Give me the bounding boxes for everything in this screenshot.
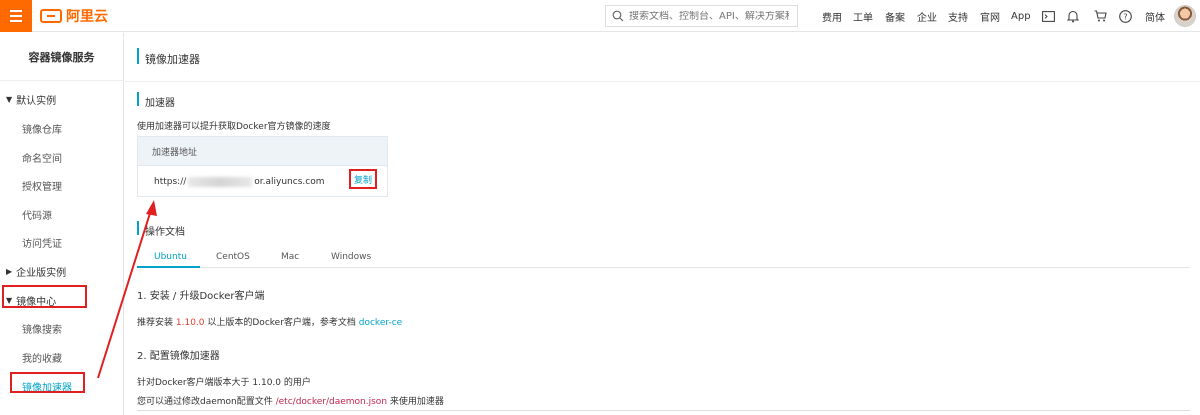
sidebar-group-label: 默认实例	[16, 96, 57, 107]
search-input[interactable]	[629, 10, 789, 22]
accelerator-address-header: 加速器地址	[138, 137, 387, 166]
step1-title: 1. 安装 / 升级Docker客户端	[137, 291, 265, 302]
tab-ubuntu[interactable]: Ubuntu	[154, 252, 187, 262]
sidebar-group-default[interactable]: ▼ 默认实例	[6, 92, 56, 107]
docker-ce-link[interactable]: docker-ce	[359, 318, 402, 328]
top-bar: 阿里云 费用 工单 备案 企业 支持 官网 App ? 简体	[0, 0, 1200, 32]
sidebar-item-authorization[interactable]: 授权管理	[22, 178, 62, 193]
accelerator-url-suffix: or.aliyuncs.com	[254, 176, 325, 187]
highlight-box	[10, 372, 85, 393]
nav-ticket[interactable]: 工单	[853, 0, 873, 32]
step2-line2: 您可以通过修改daemon配置文件 /etc/docker/daemon.jso…	[137, 394, 444, 407]
nav-app[interactable]: App	[1011, 0, 1031, 32]
caret-down-icon: ▼	[6, 95, 13, 104]
nav-enterprise-label[interactable]: 企业	[917, 9, 937, 24]
page-title: 镜像加速器	[145, 53, 200, 66]
nav-record-label[interactable]: 备案	[885, 9, 905, 24]
tab-centos[interactable]: CentOS	[216, 252, 250, 262]
sidebar-item-repositories[interactable]: 镜像仓库	[22, 121, 62, 136]
logo-text: 阿里云	[66, 9, 108, 25]
section-title-docs: 操作文档	[145, 227, 185, 238]
sidebar: 容器镜像服务 ▼ 默认实例 镜像仓库 命名空间 授权管理 代码源 访问凭证 ▶ …	[0, 33, 124, 415]
help-icon[interactable]: ?	[1117, 8, 1133, 24]
search-box[interactable]	[605, 5, 798, 27]
daemon-config-path: /etc/docker/daemon.json	[275, 397, 388, 407]
aliyun-logo-icon	[40, 9, 62, 23]
step2-text-pre: 您可以通过修改daemon配置文件	[137, 397, 276, 407]
version-number: 1.10.0	[175, 318, 205, 328]
nav-support[interactable]: 支持	[948, 0, 968, 32]
sidebar-item-credentials[interactable]: 访问凭证	[22, 235, 62, 250]
accelerator-url-prefix: https://	[154, 176, 187, 187]
accelerator-description: 使用加速器可以提升获取Docker官方镜像的速度	[137, 122, 331, 132]
title-accent-bar	[137, 48, 139, 64]
step2-text-post: 来使用加速器	[387, 397, 444, 407]
nav-app-label[interactable]: App	[1011, 11, 1031, 22]
menu-icon[interactable]	[0, 0, 32, 32]
content-bottom-border	[137, 410, 1190, 411]
section-title-accelerator: 加速器	[145, 98, 175, 109]
cart-icon[interactable]	[1092, 8, 1108, 24]
section-accent-bar	[137, 221, 139, 235]
tab-windows[interactable]: Windows	[331, 252, 371, 262]
accelerator-box: 加速器地址 https:// or.aliyuncs.com 复制	[137, 136, 388, 197]
caret-right-icon: ▶	[6, 267, 13, 276]
copy-button[interactable]: 复制	[349, 169, 377, 189]
accelerator-address-row: https:// or.aliyuncs.com 复制	[138, 166, 387, 197]
nav-fee[interactable]: 费用	[822, 0, 842, 32]
page-header: 镜像加速器	[125, 33, 1200, 82]
step1-text-mid: 以上版本的Docker客户端，参考文档	[204, 318, 359, 328]
sidebar-item-image-search[interactable]: 镜像搜索	[22, 321, 62, 336]
language-label[interactable]: 简体	[1145, 9, 1165, 24]
step1-text-pre: 推荐安装	[137, 318, 176, 328]
nav-record[interactable]: 备案	[885, 0, 905, 32]
language-switch[interactable]: 简体	[1145, 0, 1165, 32]
step1-text: 推荐安装 1.10.0 以上版本的Docker客户端，参考文档 docker-c…	[137, 315, 402, 328]
nav-ticket-label[interactable]: 工单	[853, 9, 873, 24]
tab-mac[interactable]: Mac	[281, 252, 299, 262]
step2-title: 2. 配置镜像加速器	[137, 351, 220, 362]
avatar[interactable]	[1174, 5, 1196, 27]
logo[interactable]: 阿里云	[40, 6, 108, 26]
sidebar-group-enterprise[interactable]: ▶ 企业版实例	[6, 264, 66, 279]
sidebar-group-label: 企业版实例	[16, 268, 67, 279]
sidebar-title: 容器镜像服务	[0, 33, 123, 81]
search-icon	[612, 10, 624, 22]
nav-website-label[interactable]: 官网	[980, 9, 1000, 24]
sidebar-item-favorites[interactable]: 我的收藏	[22, 350, 62, 365]
nav-website[interactable]: 官网	[980, 0, 1000, 32]
terminal-icon[interactable]	[1040, 8, 1056, 24]
nav-fee-label[interactable]: 费用	[822, 9, 842, 24]
nav-enterprise[interactable]: 企业	[917, 0, 937, 32]
sidebar-item-code-source[interactable]: 代码源	[22, 207, 52, 222]
svg-text:?: ?	[1123, 12, 1127, 21]
nav-support-label[interactable]: 支持	[948, 9, 968, 24]
section-accent-bar	[137, 92, 139, 106]
step2-line1: 针对Docker客户端版本大于 1.10.0 的用户	[137, 378, 311, 388]
active-tab-indicator	[137, 266, 200, 268]
bell-icon[interactable]	[1065, 8, 1081, 24]
os-tabs: Ubuntu CentOS Mac Windows	[137, 248, 1190, 268]
redacted-region	[188, 176, 253, 187]
highlight-box	[2, 285, 87, 308]
sidebar-item-namespaces[interactable]: 命名空间	[22, 150, 62, 165]
main-content: 镜像加速器 加速器 使用加速器可以提升获取Docker官方镜像的速度 加速器地址…	[125, 33, 1200, 415]
